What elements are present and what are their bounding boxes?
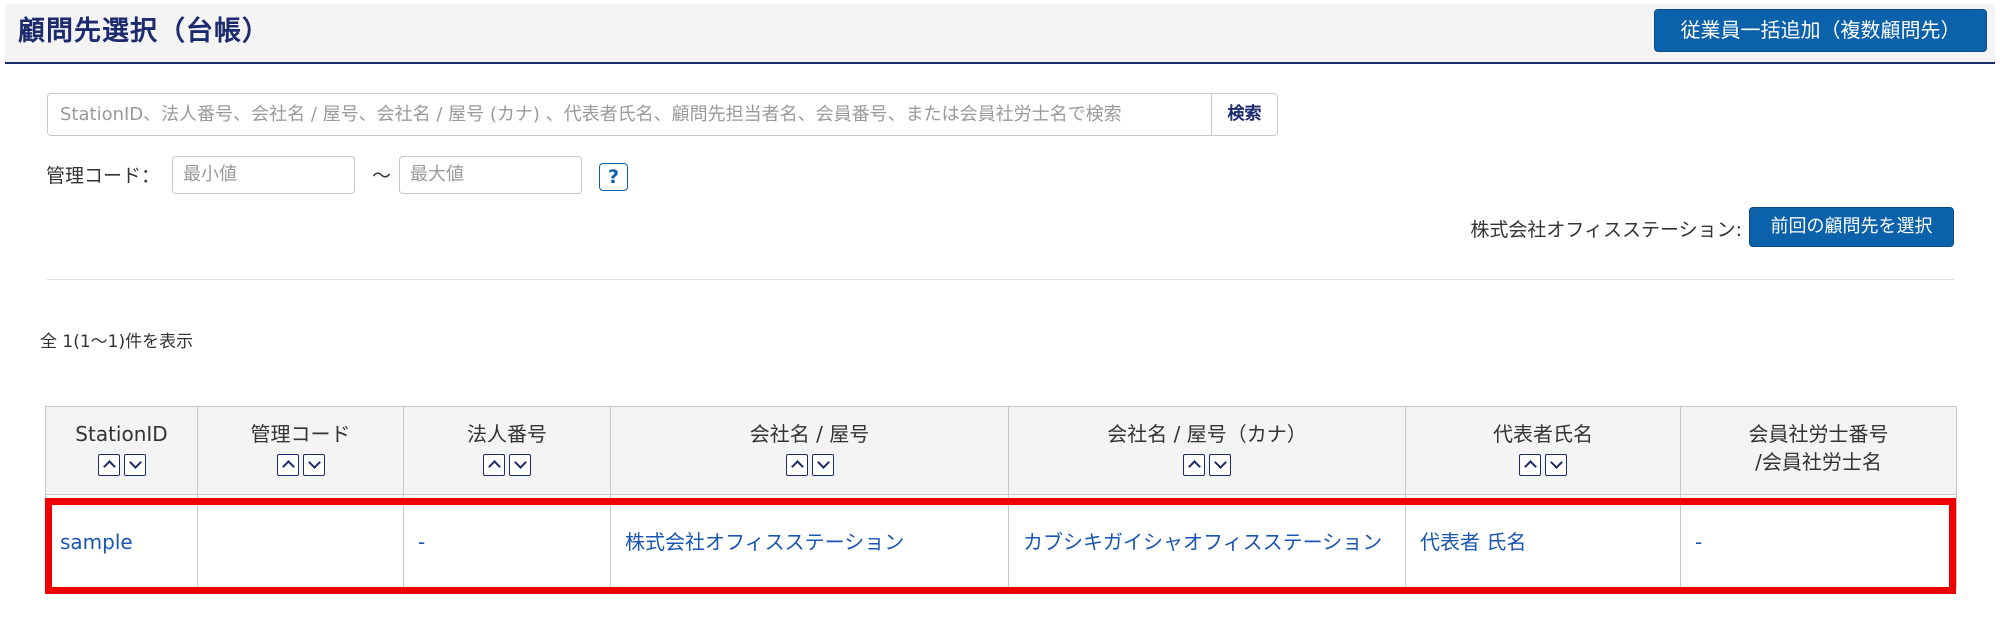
sort-controls [199,454,402,478]
column-header-0: StationID [45,406,198,495]
column-header-1: 管理コード [197,406,404,495]
bulk-add-employees-button[interactable]: 従業員一括追加（複数顧問先） [1654,9,1987,52]
sort-ascending-icon[interactable] [1519,454,1541,476]
table-row[interactable]: sample - 株式会社オフィスステーション カブシキガイシャオフィスステーション代… [45,494,1957,589]
column-header-5: 代表者氏名 [1405,406,1681,495]
sort-descending-icon[interactable] [302,454,325,476]
column-label: 会員社労士番号 [1748,422,1889,446]
table-cell [197,494,404,589]
table-cell[interactable]: sample [45,494,198,589]
table-cell[interactable]: - [1680,494,1957,589]
table-header-row: StationID 管理コード 法人番号 会社名 / 屋号 会社名 / 屋号（カナ） 代表… [45,406,1957,495]
table-cell[interactable]: カブシキガイシャオフィスステーション [1008,494,1406,589]
sort-controls [1407,454,1679,478]
sort-ascending-icon[interactable] [483,454,505,476]
divider [47,279,1954,280]
sort-controls [47,454,196,478]
page-title: 顧問先選択（台帳） [18,16,270,47]
management-code-min-input[interactable]: 最小値 [172,156,355,194]
column-label: 会社名 / 屋号 [749,422,870,446]
table-cell[interactable]: 代表者 氏名 [1405,494,1681,589]
sort-controls [1010,454,1404,478]
sort-descending-icon[interactable] [811,454,834,476]
table-cell[interactable]: - [403,494,611,589]
result-count: 全 1(1～1)件を表示 [40,332,194,352]
sort-ascending-icon[interactable] [97,454,120,476]
table-body: sample - 株式会社オフィスステーション カブシキガイシャオフィスステーション代… [45,494,1957,589]
column-label: 会社名 / 屋号（カナ） [1107,422,1307,446]
column-header-3: 会社名 / 屋号 [610,406,1009,495]
management-code-label: 管理コード： [46,165,161,187]
client-table: StationID 管理コード 法人番号 会社名 / 屋号 会社名 / 屋号（カナ） 代表… [45,406,1957,589]
search-button[interactable]: 検索 [1211,93,1278,136]
sort-controls [612,454,1007,478]
sort-descending-icon[interactable] [509,454,531,476]
column-header-2: 法人番号 [403,406,611,495]
column-label-line2: /会員社労士名 [1755,450,1882,474]
sort-descending-icon[interactable] [1209,454,1231,476]
management-code-max-input[interactable]: 最大値 [399,156,582,194]
table-cell[interactable]: 株式会社オフィスステーション [610,494,1009,589]
search-input[interactable]: StationID、法人番号、会社名 / 屋号、会社名 / 屋号 (カナ) 、代… [47,93,1212,136]
column-label: 代表者氏名 [1493,422,1593,446]
column-header-6: 会員社労士番号/会員社労士名 [1680,406,1957,495]
sort-ascending-icon[interactable] [785,454,808,476]
column-header-4: 会社名 / 屋号（カナ） [1008,406,1406,495]
sort-ascending-icon[interactable] [1183,454,1205,476]
range-separator: ～ [372,165,392,187]
sort-descending-icon[interactable] [123,454,146,476]
sort-descending-icon[interactable] [1545,454,1567,476]
sort-ascending-icon[interactable] [276,454,299,476]
select-previous-client-button[interactable]: 前回の顧問先を選択 [1749,207,1954,247]
column-label: 法人番号 [467,422,547,446]
column-label: 管理コード [250,422,351,446]
sort-controls [405,454,609,478]
help-icon[interactable]: ? [599,163,628,191]
column-label: StationID [75,422,168,446]
previous-company-label: 株式会社オフィスステーション: [1470,219,1742,241]
